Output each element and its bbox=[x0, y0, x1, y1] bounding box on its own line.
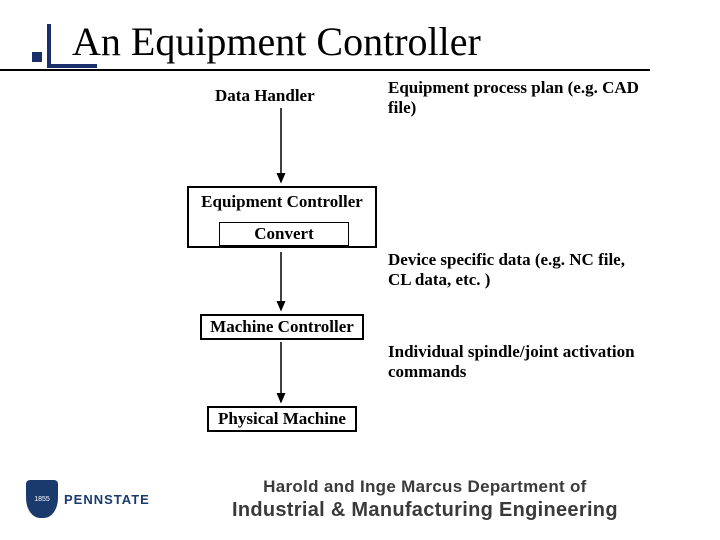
slide-title-block: An Equipment Controller bbox=[0, 0, 720, 65]
pennstate-shield-icon: 1855 bbox=[26, 480, 58, 518]
annotation-after-convert: Device specific data (e.g. NC file, CL d… bbox=[388, 250, 648, 289]
box-physical-machine: Physical Machine bbox=[207, 406, 357, 432]
box-equipment-controller: Equipment Controller Convert bbox=[187, 186, 377, 248]
pennstate-shield-year: 1855 bbox=[34, 496, 50, 503]
title-accent-vertical bbox=[47, 24, 51, 66]
label-data-handler: Data Handler bbox=[215, 86, 315, 106]
title-accent-horizontal bbox=[47, 64, 97, 68]
pennstate-wordmark: PENNSTATE bbox=[64, 492, 150, 507]
title-underline bbox=[0, 69, 650, 71]
annotation-input: Equipment process plan (e.g. CAD file) bbox=[388, 78, 648, 117]
box-equipment-controller-label: Equipment Controller bbox=[201, 192, 363, 212]
slide-title: An Equipment Controller bbox=[72, 18, 720, 65]
department-line2: Industrial & Manufacturing Engineering bbox=[150, 499, 700, 522]
diagram-stage: Data Handler Equipment process plan (e.g… bbox=[0, 80, 720, 460]
title-bullet-icon bbox=[32, 52, 42, 62]
box-convert-label: Convert bbox=[254, 224, 313, 244]
box-physical-machine-label: Physical Machine bbox=[218, 409, 346, 429]
box-machine-controller-label: Machine Controller bbox=[210, 317, 354, 337]
department-name: Harold and Inge Marcus Department of Ind… bbox=[150, 477, 720, 522]
annotation-after-machine-ctrl: Individual spindle/joint activation comm… bbox=[388, 342, 648, 381]
department-line1: Harold and Inge Marcus Department of bbox=[150, 477, 700, 497]
box-machine-controller: Machine Controller bbox=[200, 314, 364, 340]
footer: 1855 PENNSTATE Harold and Inge Marcus De… bbox=[0, 458, 720, 540]
box-convert: Convert bbox=[219, 222, 349, 246]
pennstate-logo: 1855 PENNSTATE bbox=[26, 480, 150, 518]
